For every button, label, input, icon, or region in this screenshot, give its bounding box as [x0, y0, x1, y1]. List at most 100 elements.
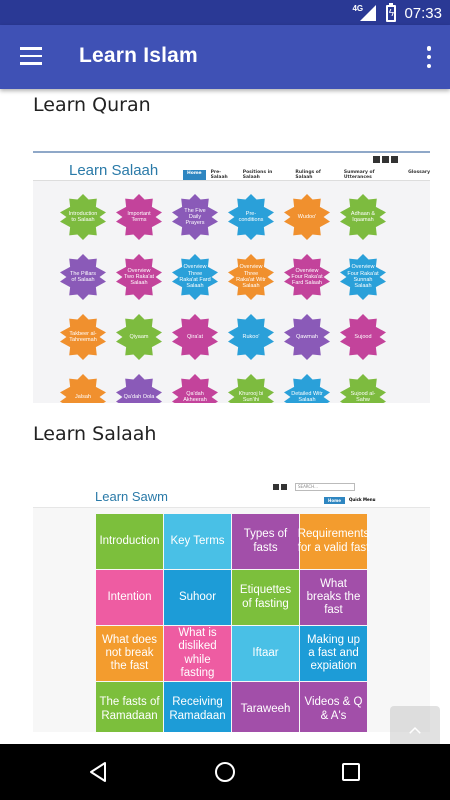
star-label: Takbeer al-Tahreemah	[69, 330, 97, 343]
star-label: The Five Daily Prayers	[184, 207, 206, 227]
star-badge: Qawmah	[284, 314, 330, 360]
system-nav-bar	[0, 744, 450, 800]
preview-nav-item: Pre-Salaah	[210, 170, 228, 180]
star-badge: Sujood al-Sahw	[340, 374, 386, 403]
preview-tile: What breaks the fast	[300, 570, 367, 625]
star-label: Sujood al-Sahw	[350, 390, 376, 403]
preview-star-item: Overview Three Raka'at Witr Salaah	[223, 247, 279, 307]
preview-tile: What does not break the fast	[96, 626, 163, 681]
preview-nav-item: Quick Menu	[348, 497, 376, 502]
star-label: Sujood	[354, 333, 372, 340]
preview-tile-grid: Introduction Key Terms Types of fasts Requi…	[96, 514, 369, 732]
home-circle-icon[interactable]	[211, 758, 239, 786]
star-badge: Overview Four Raka'at Sunnah Salaah	[340, 254, 386, 300]
preview-star-item: Qa'dah Akheerah	[167, 367, 223, 403]
status-bar: 4G ϟ 07:33	[0, 0, 450, 25]
preview-tile: Etiquettes of fasting	[232, 570, 299, 625]
star-badge: Adhaan & Iqaamah	[340, 194, 386, 240]
preview-star-item: The Five Daily Prayers	[167, 187, 223, 247]
chevron-up-icon	[409, 726, 421, 734]
preview-nav-item: Rulings of Salaah	[295, 170, 321, 180]
star-badge: Important Terms	[116, 194, 162, 240]
star-badge: Detailed Witr Salaah	[284, 374, 330, 403]
preview-tile: Intention	[96, 570, 163, 625]
preview-tile: The fasts of Ramadaan	[96, 682, 163, 732]
preview-search-box: SEARCH...	[295, 483, 355, 491]
app-bar: Learn Islam	[0, 25, 450, 89]
section-title-salaah[interactable]: Learn Salaah	[33, 423, 156, 445]
star-label: Khurooj bi Sun'ihi	[238, 390, 264, 403]
preview-star-item: Wudoo'	[279, 187, 335, 247]
star-badge: The Five Daily Prayers	[172, 194, 218, 240]
preview-tile: Key Terms	[164, 514, 231, 569]
back-triangle-icon[interactable]	[84, 758, 112, 786]
star-badge: Takbeer al-Tahreemah	[60, 314, 106, 360]
preview-star-item: Sujood	[335, 307, 391, 367]
preview-star-item: Detailed Witr Salaah	[279, 367, 335, 403]
preview-star-item: Overview Four Raka'at Fard Salaah	[279, 247, 335, 307]
star-badge: Jalsah	[60, 374, 106, 403]
preview-header: Learn Sawm SEARCH... Home Quick Menu	[33, 480, 430, 508]
preview-star-item: Rukoo'	[223, 307, 279, 367]
section-title-quran[interactable]: Learn Quran	[33, 94, 151, 116]
recents-square-icon[interactable]	[337, 758, 365, 786]
preview-tile: Suhoor	[164, 570, 231, 625]
star-badge: Overview Three Raka'at Fard Salaah	[172, 254, 218, 300]
app-title: Learn Islam	[79, 44, 198, 67]
preview-nav-item: Summary of Utterances	[343, 170, 375, 180]
preview-star-item: Khurooj bi Sun'ihi	[223, 367, 279, 403]
preview-nav-item: Glossary	[408, 170, 430, 175]
preview-tile: Types of fasts	[232, 514, 299, 569]
preview-tile: Introduction	[96, 514, 163, 569]
hamburger-menu-icon[interactable]	[20, 47, 42, 65]
preview-header: Learn Salaah Home Pre-Salaah Positions i…	[33, 153, 430, 181]
star-label: Overview Three Raka'at Fard Salaah	[179, 264, 211, 290]
preview-star-item: The Pillars of Salaah	[55, 247, 111, 307]
star-label: Qa'dah Akheerah	[183, 390, 207, 403]
star-badge: Overview Three Raka'at Witr Salaah	[228, 254, 274, 300]
preview-nav: Home Pre-Salaah Positions in Salaah Ruli…	[183, 170, 430, 180]
preview-star-item: Overview Three Raka'at Fard Salaah	[167, 247, 223, 307]
preview-tile: What is disliked while fasting	[164, 626, 231, 681]
star-label: The Pillars of Salaah	[70, 270, 96, 283]
star-label: Rukoo'	[242, 333, 260, 340]
battery-icon: ϟ	[386, 2, 397, 22]
content-list[interactable]: Learn Quran Learn Salaah Home Pre-Salaah…	[0, 89, 450, 744]
preview-tile: Videos & Q & A's	[300, 682, 367, 732]
preview-nav-item: Home	[183, 170, 206, 180]
learn-salaah-preview[interactable]: Learn Salaah Home Pre-Salaah Positions i…	[33, 151, 430, 403]
preview-tile: Taraweeh	[232, 682, 299, 732]
signal-icon: 4G	[352, 4, 378, 22]
star-badge: Qira'at	[172, 314, 218, 360]
more-vert-icon[interactable]	[426, 46, 432, 68]
preview-star-item: Introduction to Salaah	[55, 187, 111, 247]
star-label: Wudoo'	[297, 213, 317, 220]
star-badge: Sujood	[340, 314, 386, 360]
status-time: 07:33	[404, 4, 442, 22]
star-label: Jalsah	[75, 393, 91, 400]
preview-nav-item: Home	[324, 497, 345, 504]
preview-star-item: Jalsah	[55, 367, 111, 403]
preview-star-item: Qiyaam	[111, 307, 167, 367]
preview-star-item: Sujood al-Sahw	[335, 367, 391, 403]
star-badge: Pre-conditions	[228, 194, 274, 240]
preview-logo: Learn Salaah	[69, 162, 159, 179]
preview-tile: Making up a fast and expiation	[300, 626, 367, 681]
preview-tile: Iftaar	[232, 626, 299, 681]
star-label: Overview Two Raka'at Salaah	[123, 267, 155, 287]
star-badge: Qa'dah Akheerah	[172, 374, 218, 403]
preview-social-icons	[373, 156, 398, 163]
preview-star-item: Qawmah	[279, 307, 335, 367]
learn-sawm-preview[interactable]: Learn Sawm SEARCH... Home Quick Menu Int…	[33, 480, 430, 732]
preview-logo: Learn Sawm	[95, 489, 168, 504]
star-label: Qa'dah Oola	[123, 393, 155, 400]
star-badge: Wudoo'	[284, 194, 330, 240]
preview-star-grid: Introduction to Salaah Important Terms The…	[55, 187, 395, 403]
star-badge: Introduction to Salaah	[60, 194, 106, 240]
star-badge: The Pillars of Salaah	[60, 254, 106, 300]
star-badge: Overview Two Raka'at Salaah	[116, 254, 162, 300]
preview-star-item: Qira'at	[167, 307, 223, 367]
preview-star-item: Overview Four Raka'at Sunnah Salaah	[335, 247, 391, 307]
preview-social-icons	[273, 484, 287, 490]
preview-star-item: Important Terms	[111, 187, 167, 247]
